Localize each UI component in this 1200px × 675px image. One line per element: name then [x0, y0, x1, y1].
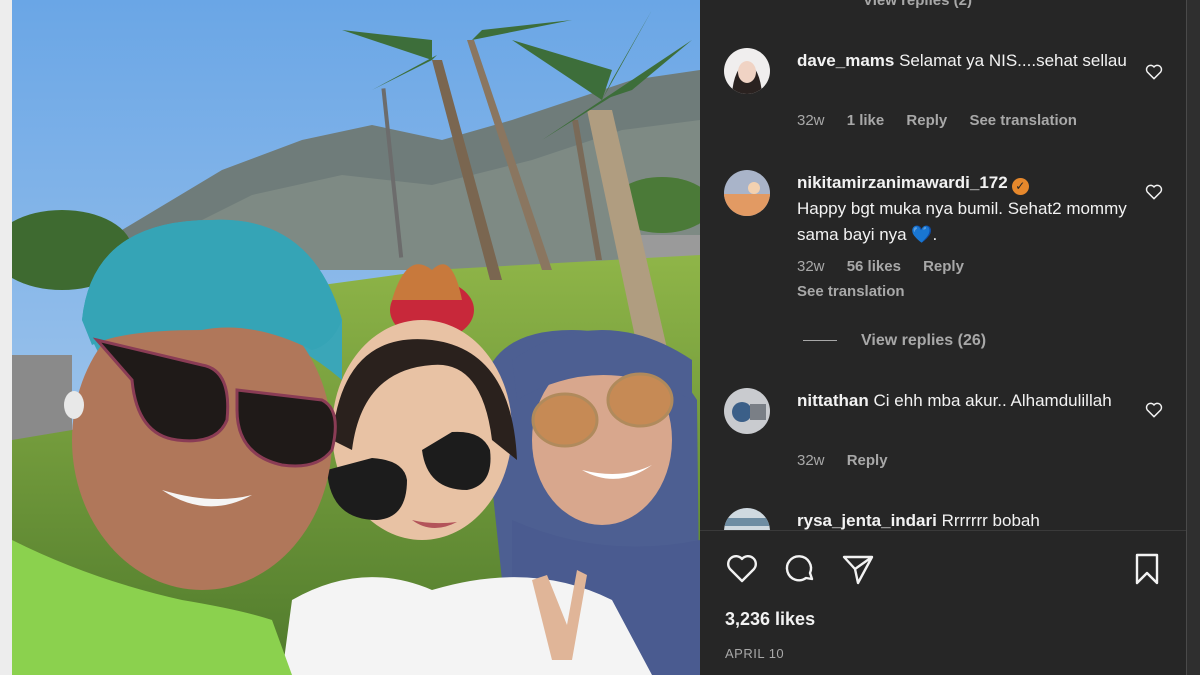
page-margin-left [0, 0, 12, 675]
avatar[interactable] [724, 170, 770, 216]
comment-time: 32w [797, 258, 825, 275]
avatar-image [724, 48, 770, 94]
comment-bubble-icon[interactable] [782, 551, 818, 587]
see-translation-button[interactable]: See translation [797, 283, 905, 300]
see-translation-button[interactable]: See translation [969, 112, 1077, 129]
comment-meta: 32w Reply [797, 452, 906, 469]
view-replies-top[interactable]: View replies (2) [863, 0, 972, 9]
comment-text: dave_mams Selamat ya NIS....sehat sellau [797, 48, 1127, 74]
heart-icon[interactable] [1144, 62, 1164, 82]
post-photo-image [12, 0, 700, 675]
avatar-image [724, 508, 770, 530]
comment-body: Rrrrrrr bobah [941, 511, 1040, 530]
comment-text: nikitamirzanimawardi_172 ✓ Happy bgt muka… [797, 170, 1127, 248]
avatar-image [724, 170, 770, 216]
comment-meta: 32w 56 likes Reply [797, 258, 982, 275]
comment-username[interactable]: nikitamirzanimawardi_172 [797, 173, 1008, 192]
verified-badge-icon: ✓ [1011, 178, 1029, 195]
comment-time: 32w [797, 452, 825, 469]
comment-body: Happy bgt muka nya bumil. Sehat2 mommy s… [797, 199, 1127, 244]
view-replies-button[interactable]: View replies (26) [803, 332, 986, 350]
likes-count[interactable]: 3,236 likes [725, 609, 815, 630]
avatar-image [724, 388, 770, 434]
comment-text: rysa_jenta_indari Rrrrrrr bobah [797, 508, 1127, 530]
reply-button[interactable]: Reply [847, 452, 888, 469]
comment-username[interactable]: dave_mams [797, 51, 894, 70]
reply-button[interactable]: Reply [923, 258, 964, 275]
view-replies-line [803, 340, 837, 342]
comment-meta-second-line: See translation [797, 283, 923, 300]
comment-likes[interactable]: 56 likes [847, 258, 901, 275]
post-photo[interactable] [12, 0, 700, 675]
blue-heart-emoji: 💙 [911, 225, 933, 244]
panel-divider [700, 530, 1186, 531]
comment-body: Selamat ya NIS....sehat sellau [899, 51, 1127, 70]
reply-button[interactable]: Reply [906, 112, 947, 129]
avatar[interactable] [724, 388, 770, 434]
comments-list[interactable]: View replies (2) dave_mams Selamat ya NI… [700, 0, 1186, 530]
post-date: APRIL 10 [725, 646, 785, 661]
heart-icon[interactable] [1144, 182, 1164, 202]
heart-icon[interactable] [1144, 400, 1164, 420]
avatar[interactable] [724, 508, 770, 530]
comment-likes[interactable]: 1 like [847, 112, 885, 129]
page-margin-right [1186, 0, 1200, 675]
post-actions-bar [724, 551, 1164, 591]
comment-text: nittathan Ci ehh mba akur.. Alhamdulilla… [797, 388, 1127, 414]
avatar[interactable] [724, 48, 770, 94]
comment-body: Ci ehh mba akur.. Alhamdulillah [873, 391, 1112, 410]
comment-time: 32w [797, 112, 825, 129]
comment-body-end: . [932, 225, 938, 244]
comment-username[interactable]: rysa_jenta_indari [797, 511, 937, 530]
comment-meta: 32w 1 like Reply See translation [797, 112, 1095, 129]
comment-username[interactable]: nittathan [797, 391, 869, 410]
paper-plane-icon[interactable] [840, 551, 876, 587]
post-side-panel: View replies (2) dave_mams Selamat ya NI… [700, 0, 1186, 675]
view-replies-label: View replies (26) [861, 332, 987, 349]
bookmark-icon[interactable] [1129, 551, 1165, 587]
heart-icon[interactable] [724, 551, 760, 587]
